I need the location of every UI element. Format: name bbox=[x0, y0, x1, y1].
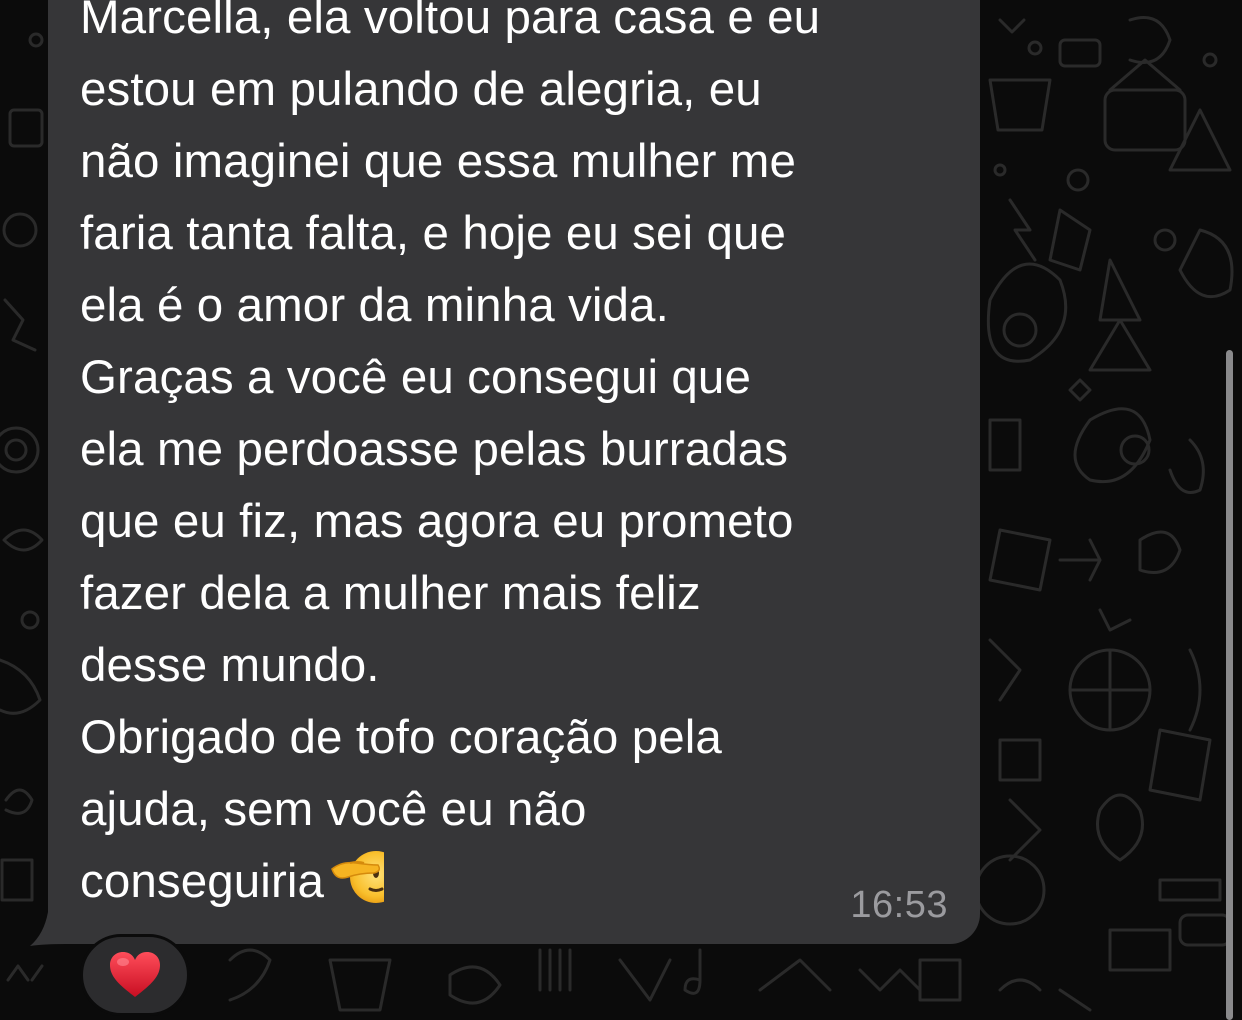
heart-icon bbox=[110, 952, 160, 997]
saluting-face-icon bbox=[331, 851, 395, 907]
message-timestamp: 16:53 bbox=[850, 884, 948, 926]
message-text: Marcella, ela voltou para casa e eu esto… bbox=[80, 0, 960, 918]
scrollbar[interactable] bbox=[1226, 350, 1233, 1020]
message-body: Marcella, ela voltou para casa e eu esto… bbox=[80, 0, 821, 908]
reaction-heart-button[interactable] bbox=[80, 934, 190, 1016]
chat-background: Marcella, ela voltou para casa e eu esto… bbox=[0, 0, 1242, 1020]
